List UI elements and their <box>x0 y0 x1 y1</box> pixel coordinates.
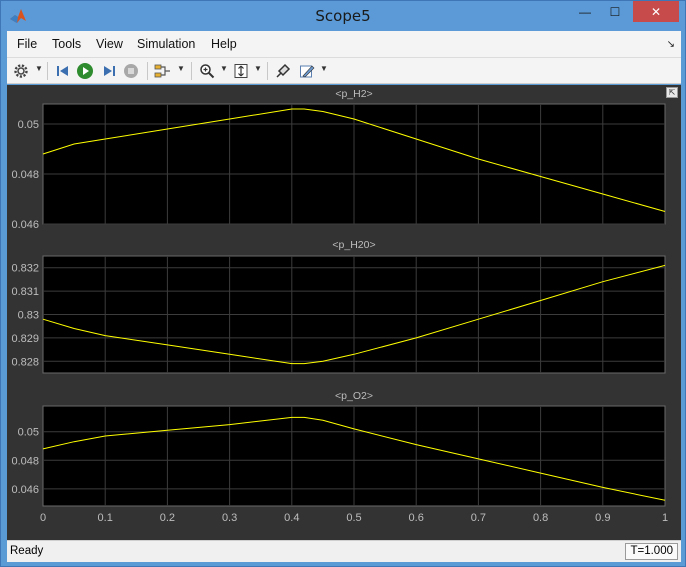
x-tick-label: 0.2 <box>160 512 175 524</box>
axes-title: <p_O2> <box>335 390 373 402</box>
signal-selector-button[interactable] <box>153 61 173 81</box>
menu-bar: File Tools View Simulation Help ↘ <box>7 31 681 58</box>
simulation-time: T=1.000 <box>625 543 678 560</box>
toolbar-separator <box>267 62 268 80</box>
y-tick-label: 0.046 <box>11 484 39 496</box>
minimize-button[interactable]: — <box>571 1 599 22</box>
toolbar-separator <box>191 62 192 80</box>
settings-dropdown-icon[interactable]: ▼ <box>35 64 43 73</box>
toolbar-separator <box>47 62 48 80</box>
menu-help[interactable]: Help <box>211 37 237 51</box>
step-back-icon <box>57 66 68 76</box>
menu-view[interactable]: View <box>96 37 123 51</box>
plot-area: ⇱ 0.046 0.048 0.05 <p_H2> 0.828 0.829 0.83 0.83… <box>7 85 681 540</box>
minimize-icon: — <box>579 4 591 19</box>
gear-icon <box>14 64 28 78</box>
axes-title: <p_H2> <box>335 88 372 100</box>
menu-tools[interactable]: Tools <box>52 37 81 51</box>
x-tick-label: 0.4 <box>284 512 299 524</box>
maximize-button[interactable]: ☐ <box>601 1 629 22</box>
y-tick-label: 0.83 <box>18 310 39 322</box>
y-tick-label: 0.831 <box>11 286 39 298</box>
menu-simulation[interactable]: Simulation <box>137 37 195 51</box>
zoom-button[interactable] <box>197 61 217 81</box>
autoscale-button[interactable] <box>231 61 251 81</box>
y-tick-label: 0.05 <box>18 119 39 131</box>
settings-button[interactable] <box>11 61 31 81</box>
undock-button[interactable]: ⇱ <box>666 87 678 98</box>
y-tick-label: 0.048 <box>11 455 39 467</box>
signal-selector-dropdown-icon[interactable]: ▼ <box>177 64 185 73</box>
toolbar: ▼ ▼ ▼ ▼ ▼ <box>7 58 681 84</box>
undock-icon: ⇱ <box>668 88 676 97</box>
x-tick-label: 0 <box>40 512 46 524</box>
y-tick-label: 0.829 <box>11 333 39 345</box>
x-tick-label: 0.1 <box>98 512 113 524</box>
step-forward-button[interactable] <box>99 61 119 81</box>
x-tick-label: 0.6 <box>409 512 424 524</box>
y-tick-label: 0.048 <box>11 169 39 181</box>
step-back-button[interactable] <box>53 61 73 81</box>
close-icon: ✕ <box>650 4 662 19</box>
autoscale-dropdown-icon[interactable]: ▼ <box>254 64 262 73</box>
style-icon <box>300 65 315 78</box>
x-tick-label: 0.7 <box>471 512 486 524</box>
status-text: Ready <box>10 545 44 557</box>
scope-plots: 0.046 0.048 0.05 <p_H2> 0.828 0.829 0.83 0.831 0… <box>11 88 668 524</box>
highlight-simulink-block-button[interactable] <box>273 61 293 81</box>
y-tick-label: 0.046 <box>11 219 39 231</box>
run-button[interactable] <box>75 61 95 81</box>
highlight-icon <box>276 63 291 78</box>
close-button[interactable]: ✕ <box>633 1 679 22</box>
x-tick-label: 0.3 <box>222 512 237 524</box>
x-tick-label: 0.8 <box>533 512 548 524</box>
x-tick-label: 0.5 <box>346 512 361 524</box>
run-icon <box>77 63 93 79</box>
y-tick-label: 0.828 <box>11 356 39 368</box>
signal-selector-icon <box>154 64 170 78</box>
title-bar[interactable]: Scope5 — ☐ ✕ <box>1 1 685 31</box>
maximize-icon: ☐ <box>609 4 621 19</box>
toolbar-separator <box>147 62 148 80</box>
axes-title: <p_H20> <box>332 239 375 251</box>
status-bar: Ready T=1.000 <box>7 540 681 562</box>
style-button[interactable] <box>297 61 317 81</box>
step-forward-icon <box>104 66 115 76</box>
zoom-icon <box>200 64 215 79</box>
stop-button[interactable] <box>121 61 141 81</box>
dock-arrow-icon[interactable]: ↘ <box>667 39 675 50</box>
scope-window: Scope5 — ☐ ✕ File Tools View Simulation … <box>0 0 686 567</box>
autoscale-icon <box>234 64 248 78</box>
y-tick-label: 0.05 <box>18 427 39 439</box>
stop-icon <box>124 64 138 78</box>
x-tick-label: 0.9 <box>595 512 610 524</box>
zoom-dropdown-icon[interactable]: ▼ <box>220 64 228 73</box>
y-tick-label: 0.832 <box>11 263 39 275</box>
x-tick-label: 1 <box>662 512 668 524</box>
style-dropdown-icon[interactable]: ▼ <box>320 64 328 73</box>
menu-file[interactable]: File <box>17 37 37 51</box>
